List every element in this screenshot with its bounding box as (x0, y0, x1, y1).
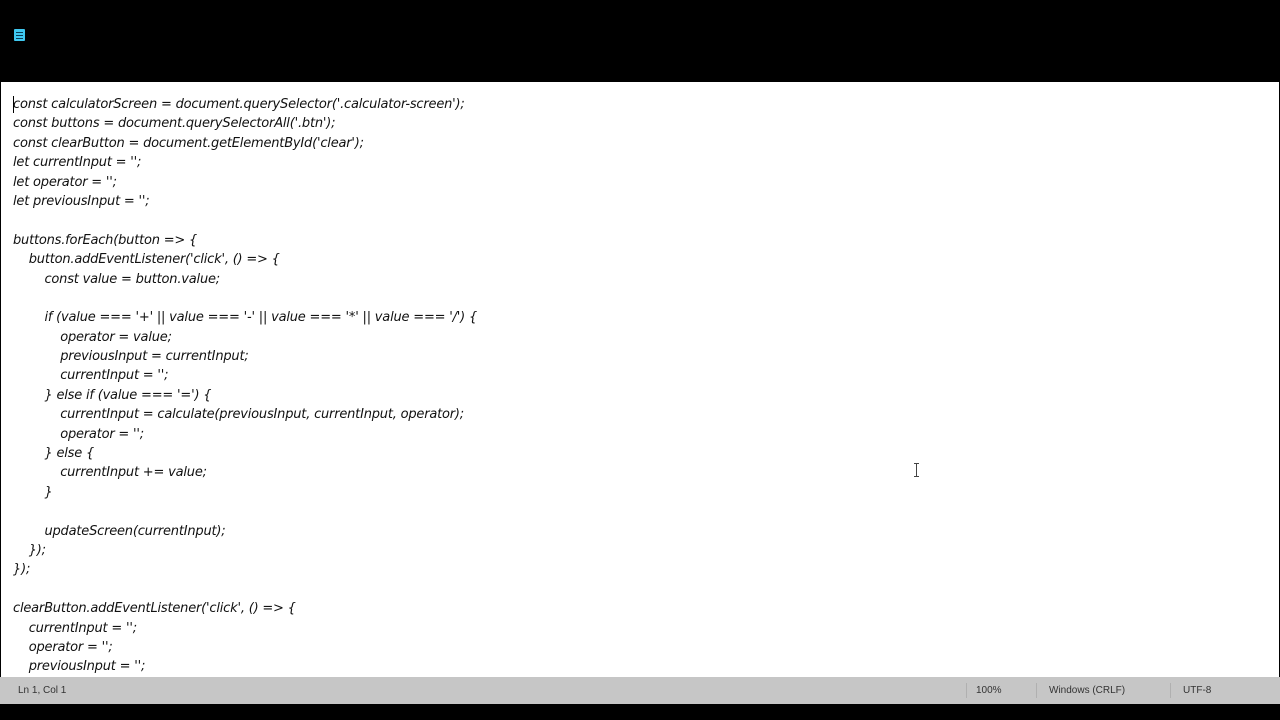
status-separator (1036, 683, 1037, 698)
code-line[interactable]: const calculatorScreen = document.queryS… (13, 95, 477, 114)
title-bar[interactable] (0, 0, 1280, 82)
code-line[interactable]: previousInput = currentInput; (13, 347, 477, 366)
status-separator (1170, 683, 1171, 698)
code-line[interactable]: const value = button.value; (13, 270, 477, 289)
code-line[interactable]: currentInput += value; (13, 463, 477, 482)
code-line[interactable]: }); (13, 541, 477, 560)
code-line[interactable]: let currentInput = ''; (13, 153, 477, 172)
code-line[interactable]: }); (13, 560, 477, 579)
text-editor-area[interactable]: const calculatorScreen = document.queryS… (1, 82, 1279, 677)
code-line[interactable]: previousInput = ''; (13, 657, 477, 676)
line-ending[interactable]: Windows (CRLF) (1049, 677, 1125, 704)
code-line[interactable]: } else { (13, 444, 477, 463)
code-line[interactable]: currentInput = calculate(previousInput, … (13, 405, 477, 424)
notepad-icon (14, 29, 25, 41)
code-line[interactable]: currentInput = ''; (13, 619, 477, 638)
code-line[interactable]: currentInput = ''; (13, 366, 477, 385)
code-line[interactable]: operator = value; (13, 328, 477, 347)
text-caret (13, 96, 14, 113)
code-line[interactable]: const clearButton = document.getElementB… (13, 134, 477, 153)
code-line[interactable]: let previousInput = ''; (13, 192, 477, 211)
code-line[interactable]: operator = ''; (13, 425, 477, 444)
code-line[interactable] (13, 211, 477, 230)
status-bar: Ln 1, Col 1 100% Windows (CRLF) UTF-8 (0, 677, 1280, 704)
code-line[interactable]: } else if (value === '=') { (13, 386, 477, 405)
cursor-position: Ln 1, Col 1 (18, 685, 67, 696)
code-line[interactable]: clearButton.addEventListener('click', ()… (13, 599, 477, 618)
bottom-strip (0, 704, 1280, 720)
status-separator (966, 683, 967, 698)
code-line[interactable] (13, 580, 477, 599)
zoom-level[interactable]: 100% (976, 677, 1002, 704)
code-line[interactable] (13, 502, 477, 521)
code-line[interactable]: let operator = ''; (13, 173, 477, 192)
code-content[interactable]: const calculatorScreen = document.queryS… (13, 95, 477, 677)
code-line[interactable]: if (value === '+' || value === '-' || va… (13, 308, 477, 327)
text-cursor-icon (913, 463, 921, 477)
code-line[interactable]: } (13, 483, 477, 502)
code-line[interactable]: operator = ''; (13, 638, 477, 657)
code-line[interactable]: buttons.forEach(button => { (13, 231, 477, 250)
code-line[interactable]: const buttons = document.querySelectorAl… (13, 114, 477, 133)
code-line[interactable] (13, 289, 477, 308)
code-line[interactable]: updateScreen(currentInput); (13, 522, 477, 541)
notepad-window: const calculatorScreen = document.queryS… (0, 0, 1280, 720)
encoding[interactable]: UTF-8 (1183, 677, 1211, 704)
code-line[interactable]: button.addEventListener('click', () => { (13, 250, 477, 269)
